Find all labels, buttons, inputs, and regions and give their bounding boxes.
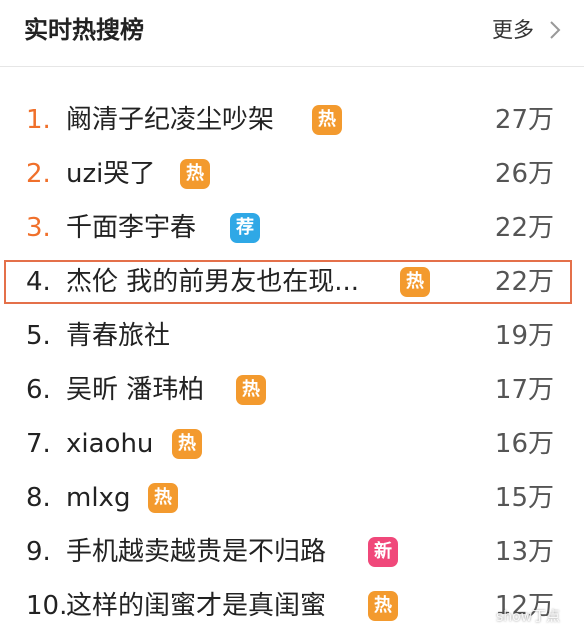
hot-badge: 热	[400, 267, 430, 297]
list-item[interactable]: 7. xiaohu 热 16万	[0, 419, 584, 473]
topic-link[interactable]: xiaohu	[66, 427, 153, 461]
topic-link[interactable]: mlxg	[66, 481, 130, 515]
search-count: 15万	[494, 483, 554, 513]
rank-number: 5.	[26, 321, 51, 351]
list-item[interactable]: 2. uzi哭了 热 26万	[0, 149, 584, 203]
search-count: 27万	[494, 105, 554, 135]
list-item[interactable]: 1. 阚清子纪凌尘吵架 热 27万	[0, 95, 584, 149]
hot-badge: 热	[172, 429, 202, 459]
list-item[interactable]: 9. 手机越卖越贵是不归路 新 13万	[0, 527, 584, 581]
search-count: 26万	[494, 159, 554, 189]
watermark: show丁点	[474, 606, 560, 626]
search-count: 17万	[494, 375, 554, 405]
rank-number: 7.	[26, 429, 51, 459]
hot-badge: 热	[312, 105, 342, 135]
search-count: 22万	[494, 267, 554, 297]
rank-number: 1.	[26, 105, 51, 135]
hot-search-list: 1. 阚清子纪凌尘吵架 热 27万 2. uzi哭了 热 26万 3. 千面李宇…	[0, 95, 584, 635]
rank-number: 10.	[26, 591, 68, 621]
topic-link[interactable]: uzi哭了	[66, 157, 155, 191]
list-item[interactable]: 8. mlxg 热 15万	[0, 473, 584, 527]
hot-badge: 热	[236, 375, 266, 405]
hot-badge: 热	[148, 483, 178, 513]
list-item-highlighted[interactable]: 4. 杰伦 我的前男友也在现... 热 22万	[0, 257, 584, 311]
list-item[interactable]: 5. 青春旅社 19万	[0, 311, 584, 365]
search-count: 22万	[494, 213, 554, 243]
more-label: 更多	[492, 18, 534, 42]
rank-number: 2.	[26, 159, 51, 189]
topic-link[interactable]: 阚清子纪凌尘吵架	[66, 103, 274, 137]
rank-number: 6.	[26, 375, 51, 405]
rank-number: 3.	[26, 213, 51, 243]
search-count: 19万	[494, 321, 554, 351]
search-count: 13万	[494, 537, 554, 567]
watermark-text: show丁点	[496, 609, 561, 625]
hot-badge: 热	[368, 591, 398, 621]
topic-link[interactable]: 手机越卖越贵是不归路	[66, 535, 326, 569]
list-item[interactable]: 3. 千面李宇春 荐 22万	[0, 203, 584, 257]
more-button[interactable]: 更多	[492, 14, 562, 46]
topic-link[interactable]: 千面李宇春	[66, 211, 196, 245]
chevron-right-icon	[550, 21, 561, 39]
wechat-icon	[474, 609, 492, 623]
topic-link[interactable]: 青春旅社	[66, 319, 170, 353]
hot-badge: 热	[180, 159, 210, 189]
topic-link[interactable]: 杰伦 我的前男友也在现...	[66, 265, 359, 299]
topic-link[interactable]: 吴昕 潘玮柏	[66, 373, 204, 407]
search-count: 16万	[494, 429, 554, 459]
hot-search-header: 实时热搜榜 更多	[0, 0, 584, 67]
recommend-badge: 荐	[230, 213, 260, 243]
rank-number: 8.	[26, 483, 51, 513]
topic-link[interactable]: 这样的闺蜜才是真闺蜜	[66, 589, 326, 623]
page-title: 实时热搜榜	[24, 16, 144, 44]
new-badge: 新	[368, 537, 398, 567]
rank-number: 9.	[26, 537, 51, 567]
list-item[interactable]: 6. 吴昕 潘玮柏 热 17万	[0, 365, 584, 419]
rank-number: 4.	[26, 267, 51, 297]
